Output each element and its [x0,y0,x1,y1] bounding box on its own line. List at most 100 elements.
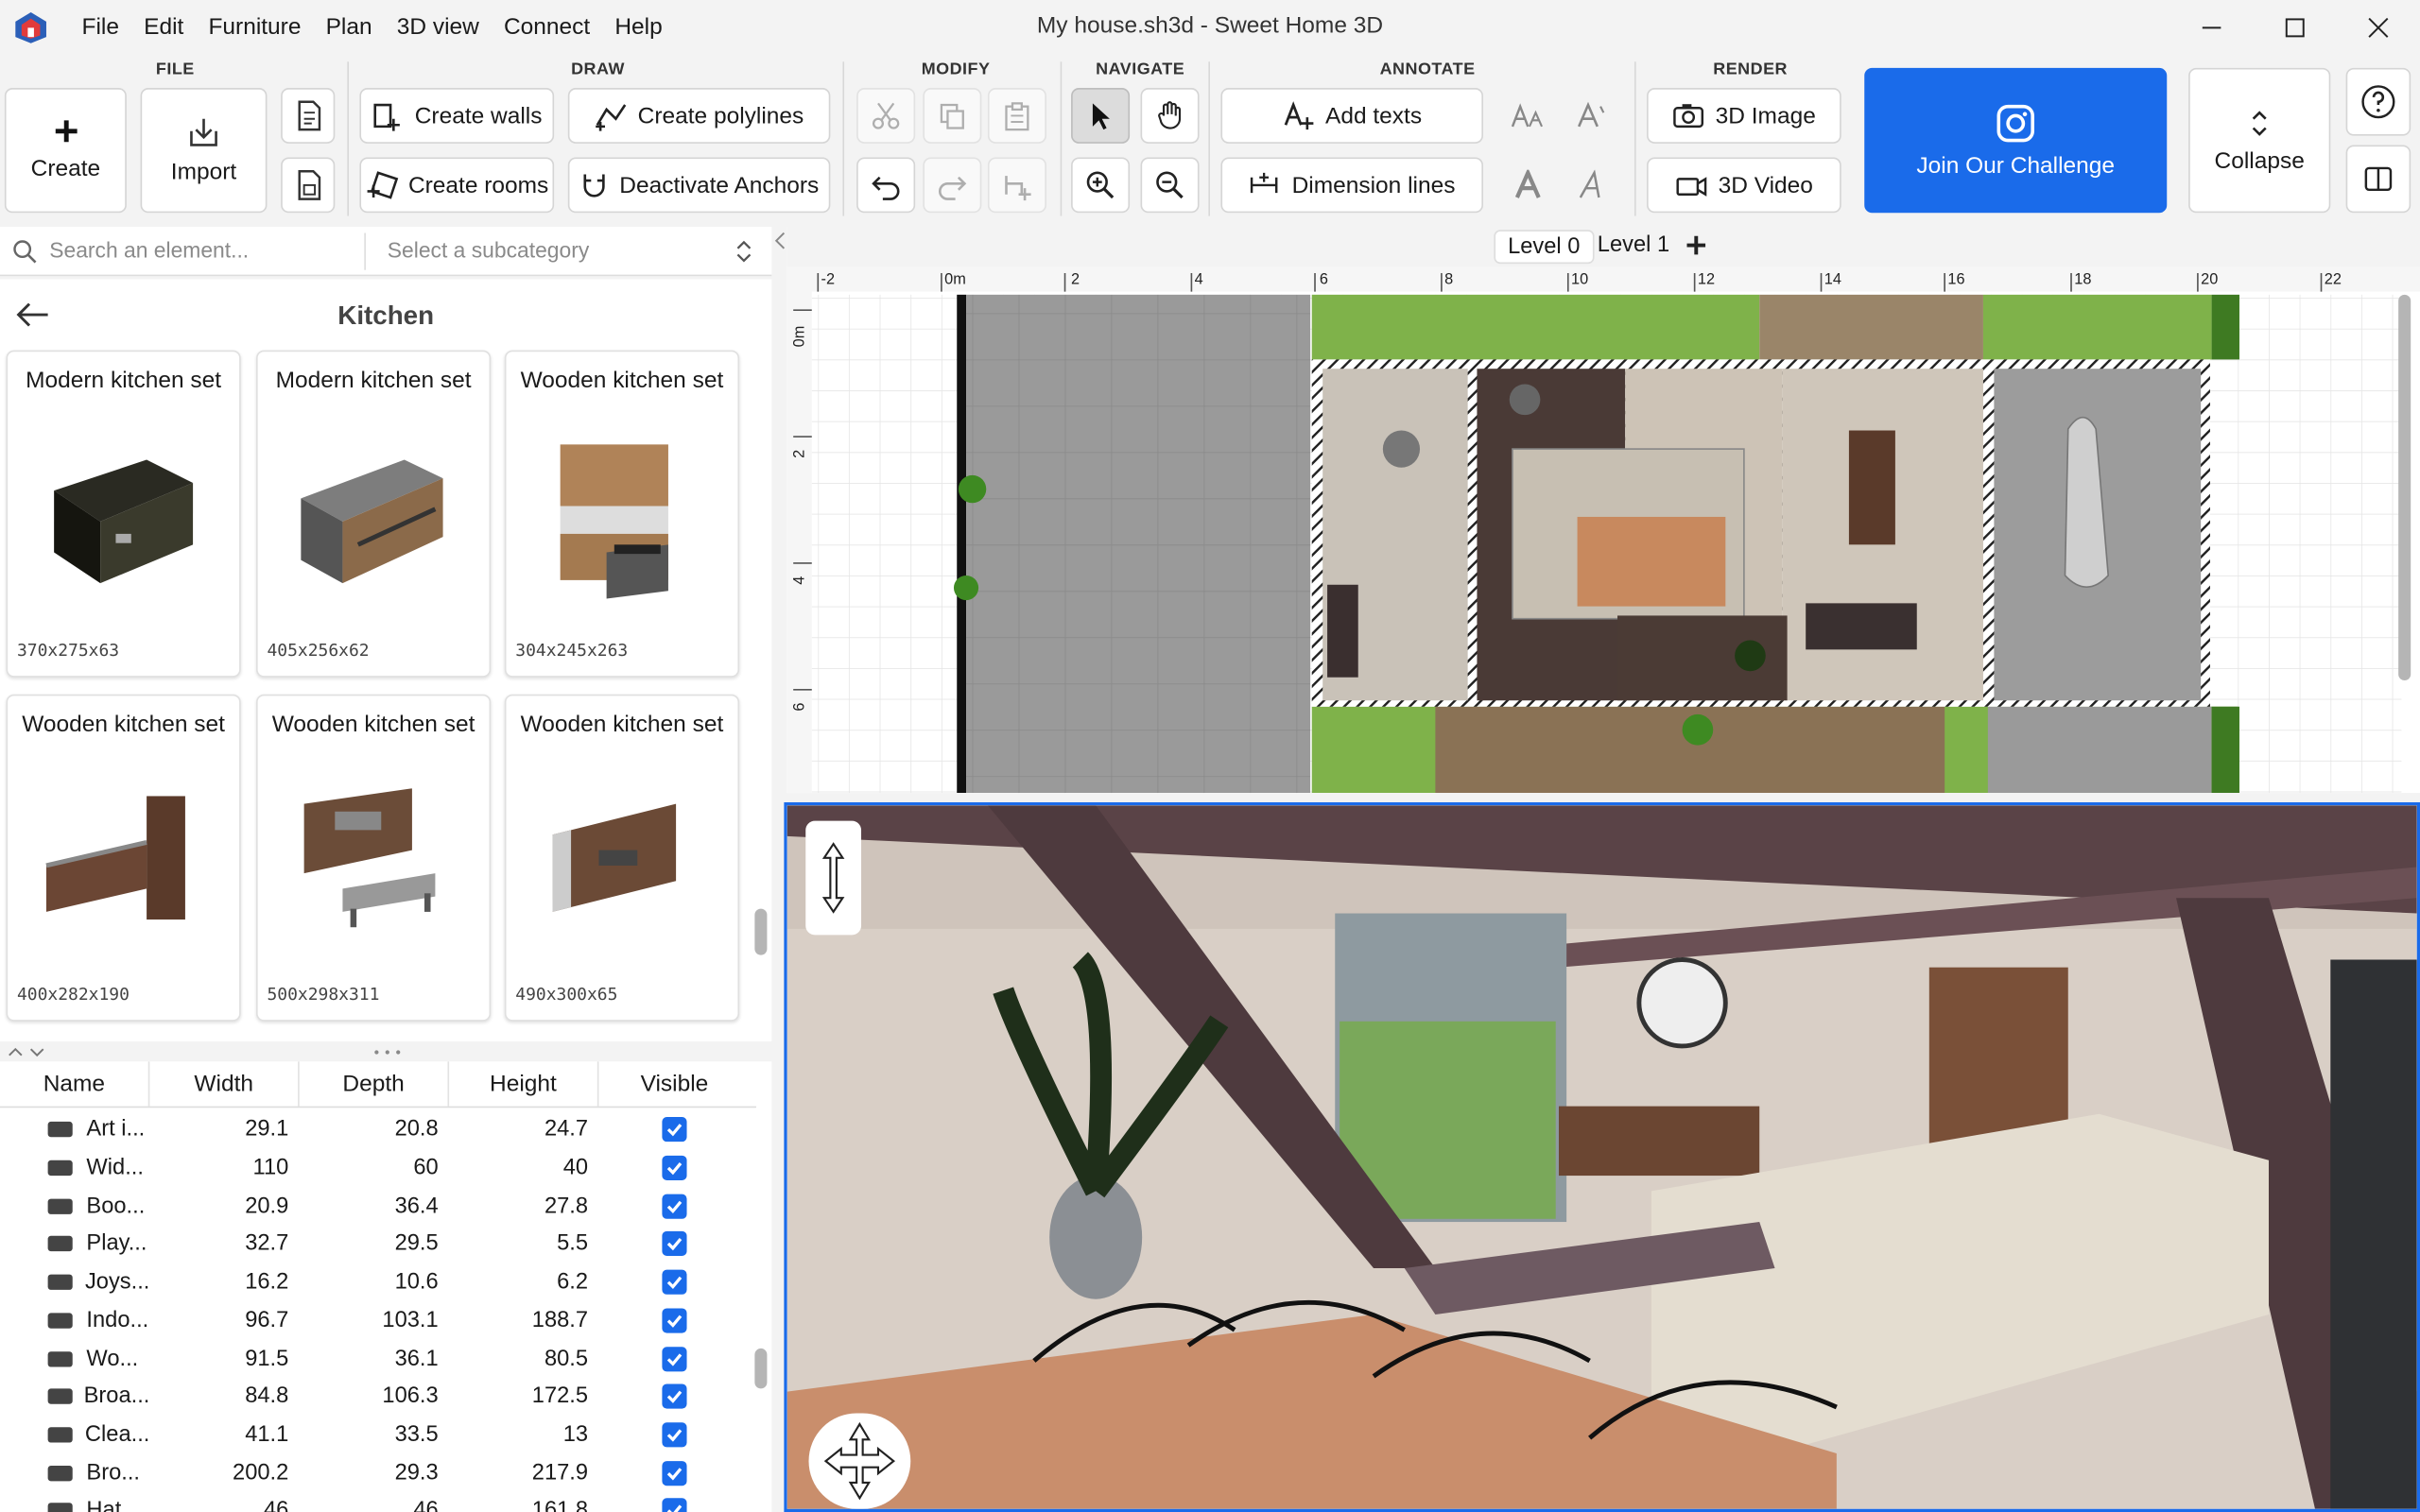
save-file-button[interactable] [281,157,336,214]
table-row[interactable]: Boo... 20.9 36.4 27.8 [0,1187,756,1225]
visible-checkbox[interactable] [662,1346,687,1371]
menu-help[interactable]: Help [602,0,675,56]
open-file-button[interactable] [281,88,336,144]
decrease-text-size-button[interactable] [1561,88,1622,144]
furniture-width: 96.7 [245,1308,289,1333]
paste-button[interactable] [987,88,1046,144]
table-scrollbar[interactable] [754,1348,768,1389]
column-header-width[interactable]: Width [149,1061,300,1107]
visible-checkbox[interactable] [662,1308,687,1333]
view-splitter[interactable] [784,793,2420,802]
join-challenge-button[interactable]: Join Our Challenge [1864,67,2168,214]
plan-scrollbar[interactable] [2398,294,2411,680]
menu-file[interactable]: File [69,0,131,56]
visible-checkbox[interactable] [662,1155,687,1181]
table-row[interactable]: Art i... 29.1 20.8 24.7 [0,1111,756,1149]
table-row[interactable]: Bro... 200.2 29.3 217.9 [0,1453,756,1491]
tab-level-1[interactable]: Level 1 [1585,230,1682,261]
column-header-name[interactable]: Name [0,1061,150,1107]
select-mode-button[interactable] [1071,88,1131,144]
add-level-icon[interactable] [1685,234,1707,256]
column-header-depth[interactable]: Depth [300,1061,450,1107]
subcategory-select[interactable]: Select a subcategory [388,237,589,262]
maximize-button[interactable] [2254,0,2337,56]
furniture-depth: 36.1 [394,1346,439,1371]
visible-checkbox[interactable] [662,1194,687,1219]
menu-connect[interactable]: Connect [492,0,602,56]
toggle-layout-button[interactable] [2345,145,2411,214]
catalog-item-name: Wooden kitchen set [520,367,724,394]
collapse-ribbon-button[interactable]: Collapse [2188,67,2331,214]
column-header-height[interactable]: Height [449,1061,599,1107]
ribbon-separator [347,61,349,216]
bold-text-button[interactable] [1497,158,1559,214]
visible-checkbox[interactable] [662,1498,687,1512]
visible-checkbox[interactable] [662,1231,687,1257]
catalog-item[interactable]: Modern kitchen set 405x256x62 [256,350,492,678]
3d-image-label: 3D Image [1715,102,1816,129]
catalog-item[interactable]: Wooden kitchen set 400x282x190 [6,694,241,1022]
table-row[interactable]: Indo... 96.7 103.1 188.7 [0,1301,756,1339]
search-input[interactable]: Search an element... [49,237,249,262]
pan-mode-button[interactable] [1140,88,1200,144]
menu-3d-view[interactable]: 3D view [385,0,492,56]
table-row[interactable]: Joys... 16.2 10.6 6.2 [0,1263,756,1301]
title-bar: File Edit Furniture Plan 3D view Connect… [0,0,2420,56]
close-button[interactable] [2337,0,2420,56]
create-rooms-button[interactable]: Create rooms [359,157,555,214]
catalog-item[interactable]: Wooden kitchen set 304x245x263 [504,350,740,678]
italic-text-button[interactable] [1561,158,1622,214]
furniture-table: Name Width Depth Height Visible Art i...… [0,1061,772,1512]
table-row[interactable]: Clea... 41.1 33.5 13 [0,1416,756,1453]
menu-plan[interactable]: Plan [314,0,385,56]
3d-image-button[interactable]: 3D Image [1647,88,1841,144]
deactivate-anchors-button[interactable]: Deactivate Anchors [567,157,831,214]
table-row[interactable]: Play... 32.7 29.5 5.5 [0,1225,756,1263]
visible-checkbox[interactable] [662,1383,687,1409]
help-button[interactable] [2345,67,2411,136]
table-row[interactable]: Wid... 110 60 40 [0,1149,756,1187]
add-texts-button[interactable]: Add texts [1220,88,1483,144]
create-polylines-button[interactable]: Create polylines [567,88,831,144]
catalog-item[interactable]: Modern kitchen set 370x275x63 [6,350,241,678]
plan-view[interactable]: Level 0 Level 1 -2 0m 2 4 6 8 10 12 14 1… [786,226,2420,794]
cut-button[interactable] [856,88,916,144]
catalog-item[interactable]: Wooden kitchen set 500x298x311 [256,694,492,1022]
minimize-button[interactable] [2170,0,2254,56]
add-furniture-button[interactable] [987,157,1046,214]
tab-level-0[interactable]: Level 0 [1494,230,1595,265]
visible-checkbox[interactable] [662,1269,687,1296]
ribbon-separator [1060,61,1063,216]
panel-splitter[interactable] [0,1044,772,1060]
column-header-visible[interactable]: Visible [598,1061,750,1106]
menu-edit[interactable]: Edit [131,0,196,56]
table-row[interactable]: Broa... 84.8 106.3 172.5 [0,1378,756,1416]
collapse-left-icon[interactable] [771,232,786,250]
3d-video-button[interactable]: 3D Video [1647,157,1841,214]
visible-checkbox[interactable] [662,1460,687,1486]
visible-checkbox[interactable] [662,1117,687,1143]
table-row[interactable]: Wo... 91.5 36.1 80.5 [0,1339,756,1377]
import-button[interactable]: Import [140,88,268,214]
checkmark-icon [666,1314,683,1328]
catalog-item[interactable]: Wooden kitchen set 490x300x65 [504,694,740,1022]
redo-button[interactable] [923,157,982,214]
copy-button[interactable] [923,88,982,144]
vertical-nav-control[interactable] [805,820,862,936]
navigation-pad[interactable] [808,1413,911,1509]
create-walls-button[interactable]: Create walls [359,88,555,144]
3d-view[interactable] [784,801,2420,1512]
catalog-scrollbar[interactable] [754,908,768,955]
zoom-in-button[interactable] [1071,157,1131,214]
undo-button[interactable] [856,157,916,214]
dimension-lines-button[interactable]: Dimension lines [1220,157,1483,214]
zoom-out-button[interactable] [1140,157,1200,214]
table-row[interactable]: Hat... 46 46 161.8 [0,1492,756,1512]
menu-furniture[interactable]: Furniture [196,0,313,56]
furniture-depth: 29.3 [394,1460,439,1486]
visible-checkbox[interactable] [662,1422,687,1448]
create-button[interactable]: Create [4,88,127,214]
furniture-height: 6.2 [557,1269,589,1296]
increase-text-size-button[interactable] [1497,88,1559,144]
floor-plan-canvas[interactable]: -2 0m 2 4 6 8 10 12 14 16 18 20 22 0m 2 … [786,266,2420,794]
